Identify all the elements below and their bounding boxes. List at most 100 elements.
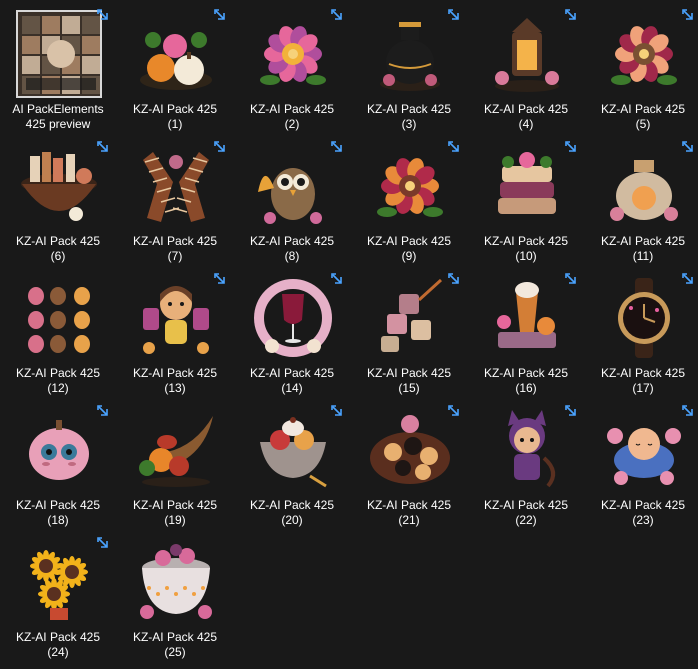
file-item[interactable]: KZ-AI Pack 425 (22) — [470, 402, 582, 530]
file-item[interactable]: KZ-AI Pack 425 (17) — [587, 270, 698, 398]
file-item[interactable]: KZ-AI Pack 425 (3) — [353, 6, 465, 134]
file-item[interactable]: AI PackElements 425 preview — [2, 6, 114, 134]
file-item[interactable]: KZ-AI Pack 425 (14) — [236, 270, 348, 398]
file-name-line1: KZ-AI Pack 425 — [366, 102, 452, 116]
file-name-line1: AI PackElements — [12, 102, 104, 116]
file-thumbnail — [601, 142, 687, 230]
file-name-line1: KZ-AI Pack 425 — [366, 234, 452, 248]
file-thumbnail — [484, 142, 570, 230]
shortcut-arrow-icon — [564, 404, 578, 418]
file-item[interactable]: KZ-AI Pack 425 (2) — [236, 6, 348, 134]
file-thumbnail — [16, 10, 102, 98]
file-item[interactable]: KZ-AI Pack 425 (1) — [119, 6, 231, 134]
file-name: KZ-AI Pack 425 (11) — [587, 234, 698, 264]
file-name: KZ-AI Pack 425 (15) — [353, 366, 465, 396]
file-item[interactable]: KZ-AI Pack 425 (15) — [353, 270, 465, 398]
file-name-line1: KZ-AI Pack 425 — [132, 498, 218, 512]
file-item[interactable]: KZ-AI Pack 425 (21) — [353, 402, 465, 530]
file-item[interactable]: KZ-AI Pack 425 (19) — [119, 402, 231, 530]
file-name-line1: KZ-AI Pack 425 — [483, 102, 569, 116]
file-item[interactable]: KZ-AI Pack 425 (24) — [2, 534, 114, 662]
file-name-line1: KZ-AI Pack 425 — [600, 498, 686, 512]
file-name-line2: (6) — [50, 249, 66, 263]
file-item[interactable]: KZ-AI Pack 425 (23) — [587, 402, 698, 530]
file-thumbnail — [367, 142, 453, 230]
file-name-line2: (8) — [284, 249, 300, 263]
shortcut-arrow-icon — [96, 404, 110, 418]
shortcut-arrow-icon — [330, 140, 344, 154]
file-name-line1: KZ-AI Pack 425 — [483, 366, 569, 380]
file-name-line2: (16) — [515, 381, 537, 395]
file-name-line1: KZ-AI Pack 425 — [132, 630, 218, 644]
file-item[interactable]: KZ-AI Pack 425 (25) — [119, 534, 231, 662]
file-name-line2: (4) — [518, 117, 534, 131]
file-name-line2: (1) — [167, 117, 183, 131]
file-name-line2: (21) — [398, 513, 420, 527]
file-name: KZ-AI Pack 425 (20) — [236, 498, 348, 528]
file-thumbnail — [16, 274, 102, 362]
file-name-line1: KZ-AI Pack 425 — [15, 366, 101, 380]
shortcut-arrow-icon — [564, 140, 578, 154]
file-thumbnail — [484, 10, 570, 98]
file-item[interactable]: KZ-AI Pack 425 (18) — [2, 402, 114, 530]
file-name: AI PackElements 425 preview — [2, 102, 114, 132]
file-name-line2: (18) — [47, 513, 69, 527]
file-name-line1: KZ-AI Pack 425 — [600, 234, 686, 248]
file-item[interactable]: KZ-AI Pack 425 (11) — [587, 138, 698, 266]
file-name: KZ-AI Pack 425 (16) — [470, 366, 582, 396]
file-name: KZ-AI Pack 425 (12) — [2, 366, 114, 396]
file-name-line2: (9) — [401, 249, 417, 263]
file-item[interactable]: KZ-AI Pack 425 (6) — [2, 138, 114, 266]
file-thumbnail — [601, 10, 687, 98]
file-thumbnail — [484, 406, 570, 494]
file-name-line1: KZ-AI Pack 425 — [15, 234, 101, 248]
file-name-line1: KZ-AI Pack 425 — [132, 366, 218, 380]
file-name: KZ-AI Pack 425 (18) — [2, 498, 114, 528]
file-name: KZ-AI Pack 425 (2) — [236, 102, 348, 132]
file-item[interactable]: KZ-AI Pack 425 (12) — [2, 270, 114, 398]
file-item[interactable]: KZ-AI Pack 425 (20) — [236, 402, 348, 530]
file-name: KZ-AI Pack 425 (4) — [470, 102, 582, 132]
file-item[interactable]: KZ-AI Pack 425 (9) — [353, 138, 465, 266]
file-thumbnail — [367, 406, 453, 494]
file-name-line1: KZ-AI Pack 425 — [132, 234, 218, 248]
file-item[interactable]: KZ-AI Pack 425 (7) — [119, 138, 231, 266]
file-item[interactable]: KZ-AI Pack 425 (4) — [470, 6, 582, 134]
file-thumbnail — [601, 274, 687, 362]
shortcut-arrow-icon — [681, 140, 695, 154]
file-item[interactable]: KZ-AI Pack 425 (16) — [470, 270, 582, 398]
file-thumbnail — [16, 538, 102, 626]
file-name: KZ-AI Pack 425 (10) — [470, 234, 582, 264]
file-name-line2: (20) — [281, 513, 303, 527]
file-thumbnail — [16, 142, 102, 230]
file-thumbnail — [133, 142, 219, 230]
shortcut-arrow-icon — [447, 140, 461, 154]
file-thumbnail — [16, 406, 102, 494]
file-item[interactable]: KZ-AI Pack 425 (13) — [119, 270, 231, 398]
file-name-line2: (13) — [164, 381, 186, 395]
shortcut-arrow-icon — [681, 404, 695, 418]
file-name-line1: KZ-AI Pack 425 — [483, 498, 569, 512]
file-name-line1: KZ-AI Pack 425 — [249, 234, 335, 248]
file-name: KZ-AI Pack 425 (7) — [119, 234, 231, 264]
file-name: KZ-AI Pack 425 (19) — [119, 498, 231, 528]
shortcut-arrow-icon — [447, 8, 461, 22]
shortcut-arrow-icon — [330, 8, 344, 22]
file-item[interactable]: KZ-AI Pack 425 (5) — [587, 6, 698, 134]
shortcut-arrow-icon — [681, 8, 695, 22]
file-name-line2: (15) — [398, 381, 420, 395]
file-thumbnail — [250, 274, 336, 362]
shortcut-arrow-icon — [213, 272, 227, 286]
file-item[interactable]: KZ-AI Pack 425 (8) — [236, 138, 348, 266]
shortcut-arrow-icon — [447, 404, 461, 418]
file-name: KZ-AI Pack 425 (21) — [353, 498, 465, 528]
file-name: KZ-AI Pack 425 (23) — [587, 498, 698, 528]
file-item[interactable]: KZ-AI Pack 425 (10) — [470, 138, 582, 266]
file-name-line1: KZ-AI Pack 425 — [600, 102, 686, 116]
file-name: KZ-AI Pack 425 (25) — [119, 630, 231, 660]
file-thumbnail — [601, 406, 687, 494]
file-name: KZ-AI Pack 425 (5) — [587, 102, 698, 132]
file-name: KZ-AI Pack 425 (13) — [119, 366, 231, 396]
file-name-line1: KZ-AI Pack 425 — [249, 366, 335, 380]
file-name-line1: KZ-AI Pack 425 — [15, 630, 101, 644]
